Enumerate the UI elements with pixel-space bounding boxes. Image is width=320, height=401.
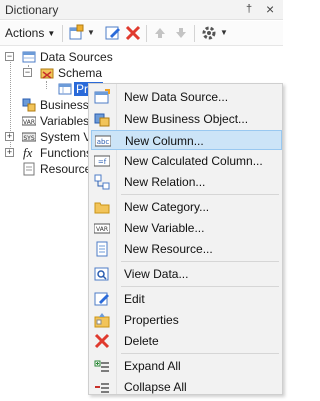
- svg-text:=f: =f: [98, 158, 107, 166]
- menu-item-label: View Data...: [124, 267, 189, 281]
- menu-item-label: New Column...: [125, 134, 204, 148]
- actions-label: Actions: [5, 26, 45, 40]
- menu-separator: [121, 194, 279, 195]
- tree-node-label: Data Sources: [40, 50, 113, 64]
- tree-node-schema[interactable]: − Schema: [22, 65, 132, 81]
- move-down-icon[interactable]: [172, 24, 190, 42]
- menu-item-new-calculated-column[interactable]: =f New Calculated Column...: [91, 151, 282, 171]
- menu-item-new-column[interactable]: abc New Column...: [91, 130, 282, 150]
- menu-item-label: Properties: [124, 313, 179, 327]
- data-sources-icon: [22, 51, 36, 63]
- menu-item-label: New Data Source...: [124, 90, 229, 104]
- menu-item-label: Delete: [124, 334, 159, 348]
- panel-titlebar: Dictionary † ×: [0, 0, 283, 20]
- tree-node-business-objects[interactable]: Business O: [4, 97, 101, 113]
- menu-item-label: New Category...: [124, 200, 210, 214]
- collapse-toggle[interactable]: −: [5, 52, 14, 61]
- variables-icon: VAR: [22, 116, 36, 126]
- close-icon[interactable]: ×: [266, 1, 274, 17]
- business-objects-icon: [22, 98, 36, 112]
- menu-separator: [121, 261, 279, 262]
- menu-item-label: Expand All: [124, 359, 181, 373]
- system-variables-icon: SYS: [22, 132, 36, 142]
- collapse-all-icon: [95, 383, 109, 393]
- new-column-icon: abc: [95, 135, 111, 147]
- toolbar-separator: [62, 25, 63, 42]
- properties-icon: [94, 313, 110, 328]
- tree-node-variables[interactable]: VAR Variables: [4, 113, 94, 129]
- menu-item-label: Collapse All: [124, 380, 187, 394]
- svg-text:abc: abc: [97, 138, 110, 146]
- svg-text:SYS: SYS: [23, 135, 34, 142]
- dictionary-toolbar: Actions ▼ ▼ ▼: [0, 21, 283, 46]
- menu-separator: [121, 286, 279, 287]
- edit-icon[interactable]: [104, 24, 122, 42]
- menu-item-delete[interactable]: Delete: [91, 331, 282, 351]
- tree-node-data-sources[interactable]: − Data Sources: [4, 49, 134, 65]
- expand-all-icon: [94, 360, 109, 372]
- menu-item-expand-all[interactable]: Expand All: [91, 356, 282, 376]
- menu-item-label: New Business Object...: [124, 112, 249, 126]
- delete-icon: [94, 333, 110, 349]
- schema-icon: [40, 68, 54, 79]
- menu-item-new-variable[interactable]: VAR New Variable...: [91, 218, 282, 238]
- view-data-icon: [94, 267, 109, 281]
- menu-item-properties[interactable]: Properties: [91, 310, 282, 330]
- folder-icon: [94, 202, 110, 214]
- delete-icon[interactable]: [124, 24, 142, 42]
- new-variable-icon: VAR: [94, 223, 110, 234]
- dictionary-panel: Dictionary † × Actions ▼ ▼ ▼ − Data Sour…: [0, 0, 283, 401]
- panel-title: Dictionary: [5, 3, 59, 17]
- menu-item-label: New Variable...: [124, 221, 205, 235]
- new-relation-icon: [94, 174, 110, 190]
- resources-icon: [23, 162, 35, 176]
- edit-icon: [94, 292, 109, 306]
- menu-item-new-category[interactable]: New Category...: [91, 197, 282, 217]
- menu-item-label: New Relation...: [124, 175, 206, 189]
- svg-text:VAR: VAR: [23, 119, 35, 126]
- table-icon: [58, 83, 72, 95]
- tree-node-resources[interactable]: Resources: [4, 161, 97, 177]
- chevron-down-icon: ▼: [47, 29, 56, 38]
- menu-item-new-business-object[interactable]: New Business Object...: [91, 109, 282, 129]
- new-item-icon[interactable]: [68, 24, 86, 42]
- menu-item-new-resource[interactable]: New Resource...: [91, 239, 282, 259]
- expand-toggle[interactable]: +: [5, 132, 14, 141]
- toolbar-separator: [146, 25, 147, 42]
- expand-toggle[interactable]: +: [5, 148, 14, 157]
- collapse-toggle[interactable]: −: [23, 68, 32, 77]
- settings-icon[interactable]: [200, 24, 218, 42]
- tree-node-functions[interactable]: + fx Functions: [4, 145, 94, 161]
- menu-item-label: New Calculated Column...: [124, 154, 263, 168]
- menu-item-collapse-all[interactable]: Collapse All: [91, 377, 282, 397]
- menu-item-new-data-source[interactable]: New Data Source...: [91, 87, 282, 107]
- tree-node-label: Functions: [40, 146, 93, 160]
- settings-dropdown-icon[interactable]: ▼: [220, 28, 228, 37]
- move-up-icon[interactable]: [151, 24, 169, 42]
- toolbar-separator: [194, 25, 195, 42]
- new-resource-icon: [96, 241, 108, 257]
- pin-icon[interactable]: †: [246, 3, 252, 15]
- new-item-dropdown-icon[interactable]: ▼: [87, 28, 95, 37]
- tree-node-system-variables[interactable]: + SYS System Va: [4, 129, 97, 145]
- menu-item-view-data[interactable]: View Data...: [91, 264, 282, 284]
- new-calculated-column-icon: =f: [94, 155, 110, 167]
- menu-item-label: New Resource...: [124, 242, 213, 256]
- menu-separator: [121, 353, 279, 354]
- menu-item-edit[interactable]: Edit: [91, 289, 282, 309]
- tree-node-label: Schema: [58, 66, 103, 80]
- actions-menu-button[interactable]: Actions ▼: [5, 26, 55, 40]
- menu-item-label: Edit: [124, 292, 145, 306]
- new-data-source-icon: [94, 89, 110, 104]
- function-icon: fx: [23, 145, 33, 160]
- context-menu: New Data Source... New Business Object..…: [88, 83, 283, 395]
- new-business-object-icon: [94, 113, 110, 127]
- svg-text:VAR: VAR: [96, 226, 108, 233]
- menu-item-new-relation[interactable]: New Relation...: [91, 172, 282, 192]
- tree-node-label: Variables: [40, 114, 90, 128]
